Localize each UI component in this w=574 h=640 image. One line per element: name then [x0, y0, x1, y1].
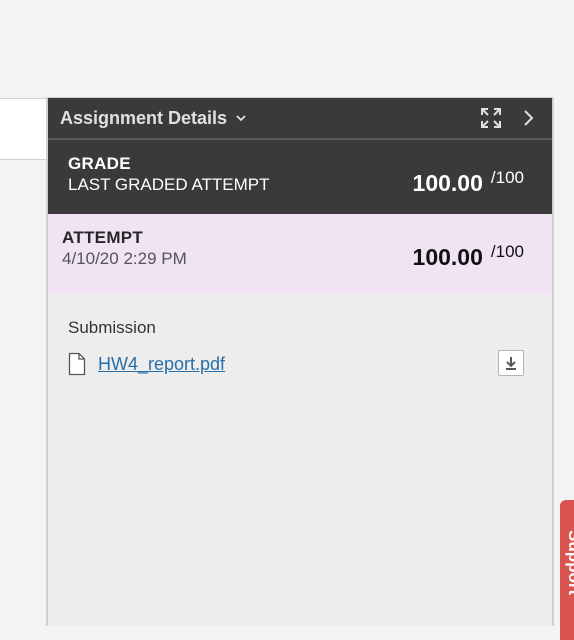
support-tab-label: Support — [565, 530, 574, 596]
grade-summary: GRADE LAST GRADED ATTEMPT 100.00 /100 — [48, 140, 552, 214]
panel-header: Assignment Details — [48, 98, 552, 140]
expand-icon[interactable] — [478, 105, 504, 131]
support-tab[interactable]: Support — [560, 500, 574, 640]
grade-score-max: /100 — [490, 168, 524, 187]
attempt-score-max: /100 — [490, 242, 524, 261]
submission-label: Submission — [68, 318, 156, 337]
submission-file: HW4_report.pdf — [68, 350, 532, 376]
download-button[interactable] — [498, 350, 524, 376]
assignment-details-panel: Assignment Details GRADE LAST GRADED ATT… — [46, 97, 554, 626]
grade-score-value: 100.00 — [412, 170, 483, 196]
content-area-edge — [0, 98, 46, 160]
attempt-score-value: 100.00 — [412, 244, 483, 270]
file-link[interactable]: HW4_report.pdf — [98, 354, 225, 375]
download-icon — [506, 357, 516, 370]
chevron-right-icon[interactable] — [516, 105, 542, 131]
attempt-score: 100.00 /100 — [412, 242, 524, 271]
chevron-down-icon[interactable] — [235, 112, 247, 124]
grade-score: 100.00 /100 — [412, 168, 524, 197]
submission-section: Submission HW4_report.pdf — [48, 294, 552, 376]
panel-title[interactable]: Assignment Details — [60, 108, 227, 129]
file-icon — [68, 352, 86, 376]
attempt-row[interactable]: ATTEMPT 4/10/20 2:29 PM 100.00 /100 — [48, 214, 552, 294]
